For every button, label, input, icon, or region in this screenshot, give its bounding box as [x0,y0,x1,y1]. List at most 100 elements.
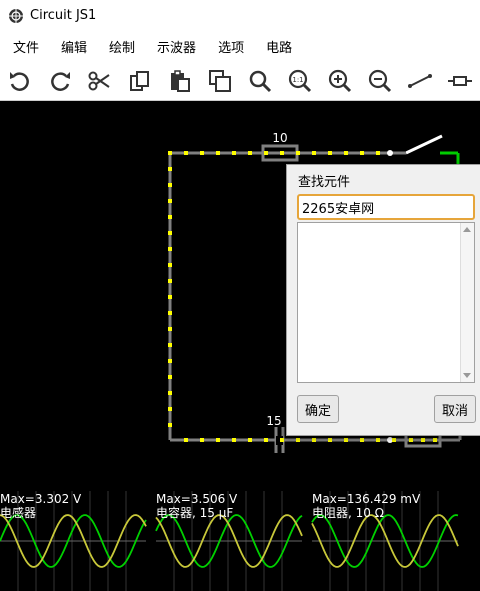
current-dot [264,438,268,442]
current-dot [200,438,204,442]
menu-scopes[interactable]: 示波器 [144,37,196,56]
menu-draw[interactable]: 绘制 [96,37,135,56]
current-dot [216,438,220,442]
app-icon [9,8,23,23]
current-dot [248,151,252,155]
results-list[interactable] [297,222,475,383]
list-scrollbar[interactable] [460,223,474,382]
duplicate-button[interactable] [200,61,240,101]
current-dot [328,438,332,442]
current-dot [312,151,316,155]
paste-icon [171,69,190,92]
current-dot [168,231,172,235]
current-dot [360,438,364,442]
zoom-in-button[interactable] [320,61,360,101]
paste-button[interactable] [160,61,200,101]
menu-bar: 文件 编辑 绘制 示波器 选项 电路 [0,31,480,61]
cancel-button[interactable]: 取消 [434,395,476,423]
current-dot [344,151,348,155]
toolbar: 1:1 [0,61,480,101]
zoom-out-icon [368,69,392,92]
current-dot [168,391,172,395]
current-dot [216,151,220,155]
zoom-out-button[interactable] [360,61,400,101]
window-title: Circuit JS1 [30,8,97,23]
wire-button[interactable] [400,61,440,101]
current-dot [200,151,204,155]
ok-button[interactable]: 确定 [297,395,339,423]
current-dot [168,151,172,155]
current-dot [168,247,172,251]
current-dot [360,151,364,155]
cut-button[interactable] [80,61,120,101]
menu-edit[interactable]: 编辑 [48,37,87,56]
scope-1-max: Max=3.302 V [0,492,82,506]
current-dot [344,438,348,442]
current-dot [168,183,172,187]
zoom-fit-label: 1:1 [292,76,303,84]
current-dot [376,151,380,155]
zoom-fit-icon: 1:1 [288,69,312,92]
current-dot [184,438,188,442]
resistor-button[interactable] [440,61,480,101]
switch-arm[interactable] [405,134,443,155]
current-dot [168,311,172,315]
menu-file[interactable]: 文件 [0,37,39,56]
scope-plots [0,491,459,591]
current-dot [168,215,172,219]
redo-icon [51,71,70,91]
menu-options[interactable]: 选项 [205,37,244,56]
current-dot [184,151,188,155]
redo-button[interactable] [40,61,80,101]
current-dot [168,423,172,427]
undo-button[interactable] [0,61,40,101]
current-dot [280,151,284,155]
scope-2-name: 电容器, 15 µF [156,506,234,520]
scope-1-name: 电感器 [0,506,37,520]
dialog-title: 查找元件 [298,175,351,190]
resistor-icon [448,75,472,86]
scroll-down-icon[interactable] [463,373,471,378]
current-dot [328,151,332,155]
current-dot [312,438,316,442]
title-bar: Circuit JS1 [0,0,480,31]
current-dot [433,438,437,442]
current-dot [168,407,172,411]
current-dot [232,438,236,442]
current-dot [168,343,172,347]
find-component-dialog: 查找元件 确定 取消 [286,164,480,436]
current-dot [168,295,172,299]
copy-icon [130,70,149,91]
current-dot [168,327,172,331]
current-dot [168,359,172,363]
search-icon [249,70,272,92]
current-dot [296,438,300,442]
current-dot [264,151,268,155]
wire-icon [408,73,432,88]
current-dot [168,263,172,267]
cut-icon [88,71,110,90]
current-dot [248,438,252,442]
capacitor-label: 15 [266,414,281,428]
scope-2-max: Max=3.506 V [156,492,238,506]
copy-button[interactable] [120,61,160,101]
search-input[interactable] [297,194,475,220]
current-dot [168,167,172,171]
current-dot [421,438,425,442]
zoom-fit-button[interactable]: 1:1 [280,61,320,101]
scope-3-name: 电阻器, 10 Ω [312,506,384,520]
current-dot [409,438,413,442]
current-dot [296,151,300,155]
current-dot [280,438,284,442]
current-dot [168,375,172,379]
current-dot [392,438,396,442]
current-dot [376,438,380,442]
search-button[interactable] [240,61,280,101]
current-dot [168,199,172,203]
scope-3-max: Max=136.429 mV [312,492,421,506]
current-dot [232,151,236,155]
scroll-up-icon[interactable] [463,227,471,232]
menu-circuits[interactable]: 电路 [253,37,292,56]
zoom-in-icon [328,69,352,92]
scope-panel: Max=3.302 V 电感器 Max=3.506 V 电容器, 15 µF M… [0,491,480,591]
